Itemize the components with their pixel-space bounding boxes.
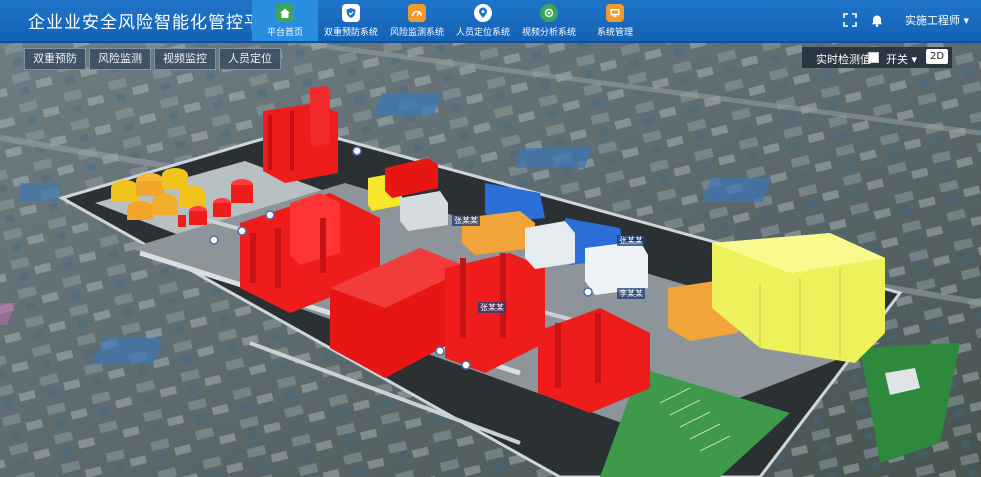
realtime-value-checkbox[interactable] (868, 52, 879, 63)
nav-risk-monitoring-label: 风险监测系统 (389, 28, 444, 38)
personnel-label[interactable]: 张某某 (478, 302, 506, 313)
nav-personnel-location-label: 人员定位系统 (455, 28, 510, 38)
nav-dual-prevention[interactable]: 双重预防系统 (318, 0, 384, 41)
location-pin-icon (474, 4, 492, 22)
nav-dual-prevention-label: 双重预防系统 (323, 28, 378, 38)
nav-personnel-location[interactable]: 人员定位系统 (450, 0, 516, 41)
background-roof (514, 148, 592, 168)
personnel-label[interactable]: 李某某 (617, 288, 645, 299)
fullscreen-icon[interactable] (843, 13, 857, 27)
tab-dual-prevention[interactable]: 双重预防 (24, 48, 86, 70)
tab-personnel-location[interactable]: 人员定位 (219, 48, 281, 70)
shield-icon (342, 4, 360, 22)
tab-risk-monitoring[interactable]: 风险监测 (89, 48, 151, 70)
dashboard-icon (408, 4, 426, 22)
main-nav: 平台首页 双重预防系统 风险监测系统 人员定位系统 视频分析系统 系统管理 (252, 0, 648, 41)
top-bar: 企业业安全风险智能化管控平台 平台首页 双重预防系统 风险监测系统 人员定位系统 (0, 0, 981, 43)
video-analysis-icon (540, 4, 558, 22)
personnel-label[interactable]: 张某某 (452, 215, 480, 226)
view-2d-button[interactable]: 2D (926, 49, 948, 64)
nav-system-management[interactable]: 系统管理 (582, 0, 648, 41)
map-scene (0, 43, 981, 477)
nav-system-management-label: 系统管理 (596, 28, 633, 38)
nav-home[interactable]: 平台首页 (252, 0, 318, 41)
background-roof (373, 93, 442, 115)
nav-video-analysis-label: 视频分析系统 (521, 28, 576, 38)
user-menu[interactable]: 实施工程师 ▾ (905, 12, 969, 28)
realtime-value-label: 实时检测值 (816, 53, 871, 66)
personnel-label[interactable]: 张某某 (617, 235, 645, 246)
nav-video-analysis[interactable]: 视频分析系统 (516, 0, 582, 41)
nav-home-label: 平台首页 (266, 28, 303, 38)
app-title: 企业业安全风险智能化管控平台 (28, 13, 280, 33)
sub-tab-bar: 双重预防 风险监测 视频监控 人员定位 (24, 48, 281, 70)
background-roof (702, 178, 771, 202)
bell-icon[interactable] (870, 13, 884, 27)
nav-risk-monitoring[interactable]: 风险监测系统 (384, 0, 450, 41)
background-roof (20, 183, 60, 201)
background-roof (93, 338, 163, 364)
home-icon (276, 4, 294, 22)
3d-plant-map[interactable] (0, 43, 981, 477)
switch-dropdown[interactable]: 开关 ▾ (886, 51, 917, 67)
realtime-control-panel: 实时检测值 开关 ▾ 2D (802, 47, 952, 68)
tab-video-monitoring[interactable]: 视频监控 (154, 48, 216, 70)
monitor-settings-icon (606, 4, 624, 22)
